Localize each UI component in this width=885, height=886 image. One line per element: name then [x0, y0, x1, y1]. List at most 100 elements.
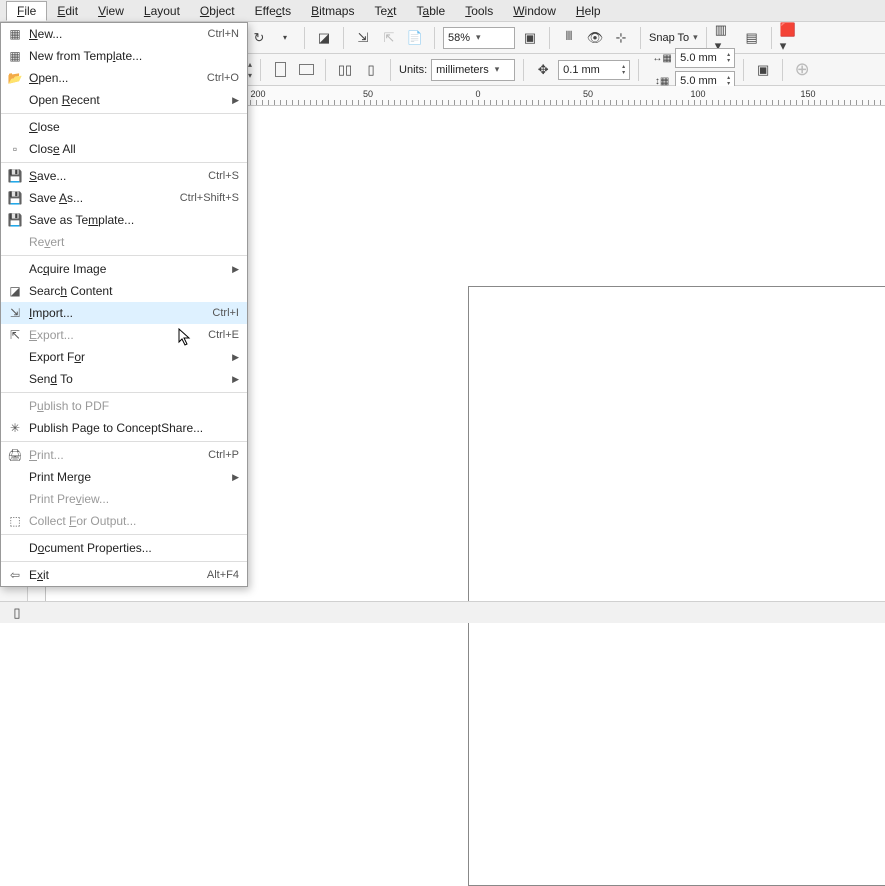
menu-item[interactable]: Export For ▶	[1, 346, 247, 368]
dup-x-input[interactable]: 5.0 mm ▴▾	[675, 48, 735, 68]
menu-item[interactable]: Acquire Image▶	[1, 258, 247, 280]
menubar-item[interactable]: Tools	[455, 2, 503, 20]
separator	[390, 59, 391, 81]
launcher-icon[interactable]: ▤	[741, 27, 763, 49]
ruler-tick-label: 100	[690, 89, 705, 99]
menu-item[interactable]: Open Recent▶	[1, 89, 247, 111]
eye-icon[interactable]: 👁	[584, 27, 606, 49]
menu-item-accelerator: Ctrl+I	[212, 307, 239, 319]
menu-item-icon: ▫	[1, 142, 29, 156]
menu-item-label: Exit	[29, 568, 199, 582]
menu-item-label: Collect For Output...	[29, 514, 239, 528]
menu-item[interactable]: ⇲Import...Ctrl+I	[1, 302, 247, 324]
all-pages-icon[interactable]: ▯▯	[334, 59, 356, 81]
menubar-item[interactable]: Bitmaps	[301, 2, 364, 20]
separator	[743, 59, 744, 81]
publish-pdf-icon[interactable]: 📄	[404, 27, 426, 49]
menu-item[interactable]: ✳Publish Page to ConceptShare...	[1, 417, 247, 439]
full-screen-icon[interactable]: ▣	[519, 27, 541, 49]
chevron-down-icon[interactable]: ▾	[693, 32, 698, 43]
menubar-item[interactable]: File	[6, 1, 47, 21]
chevron-right-icon: ▶	[232, 374, 239, 385]
separator	[304, 27, 305, 49]
chevron-up-icon[interactable]: ▴	[248, 60, 252, 69]
page-nav-icon[interactable]: ▯	[6, 602, 28, 624]
portrait-icon[interactable]	[269, 59, 291, 81]
nudge-input[interactable]: 0.1 mm ▴▾	[558, 60, 630, 80]
menu-item-label: Export For	[29, 350, 224, 364]
import-icon[interactable]: ⇲	[352, 27, 374, 49]
menu-item-label: Print Preview...	[29, 492, 239, 506]
menu-item-label: Publish Page to ConceptShare...	[29, 421, 239, 435]
menu-item-label: Save As...	[29, 191, 172, 205]
search-content-icon[interactable]: ◪	[313, 27, 335, 49]
guidelines-icon[interactable]: ⊹	[610, 27, 632, 49]
menubar-item[interactable]: Text	[364, 2, 406, 20]
rulers-icon[interactable]: 𝍫	[558, 27, 580, 49]
menubar-item[interactable]: Window	[503, 2, 566, 20]
menu-item: ⬚Collect For Output...	[1, 510, 247, 532]
menu-item: Print Preview...	[1, 488, 247, 510]
menu-item-accelerator: Alt+F4	[207, 569, 239, 581]
current-page-icon[interactable]: ▯	[360, 59, 382, 81]
menu-item-icon: 💾	[1, 169, 29, 183]
menu-item: 🖨Print...Ctrl+P	[1, 444, 247, 466]
menu-item-label: Document Properties...	[29, 541, 239, 555]
menu-item-icon: 📂	[1, 71, 29, 85]
menu-item-icon: ⬚	[1, 514, 29, 528]
menu-item[interactable]: 📂Open...Ctrl+O	[1, 67, 247, 89]
menu-item[interactable]: Document Properties...	[1, 537, 247, 559]
menu-item[interactable]: ▫Close All	[1, 138, 247, 160]
ruler-tick-label: 200	[250, 89, 265, 99]
menubar-item[interactable]: Edit	[47, 2, 88, 20]
options-icon[interactable]: ▥ ▾	[715, 27, 737, 49]
menu-item: Publish to PDF	[1, 395, 247, 417]
menu-item[interactable]: 💾Save...Ctrl+S	[1, 165, 247, 187]
menu-item-icon: ✳	[1, 421, 29, 435]
menu-item-accelerator: Ctrl+P	[208, 449, 239, 461]
add-icon[interactable]: ⊕	[791, 59, 813, 81]
zoom-combo[interactable]: 58% ▾	[443, 27, 515, 49]
chevron-down-icon[interactable]: ▾	[248, 71, 252, 80]
app-launcher-icon[interactable]: 🟥 ▾	[780, 27, 802, 49]
menu-item-label: Open...	[29, 71, 199, 85]
menu-item[interactable]: Print Merge▶	[1, 466, 247, 488]
redo-icon[interactable]: ↻	[248, 27, 270, 49]
menu-item[interactable]: Close	[1, 116, 247, 138]
separator	[638, 59, 639, 81]
menubar-item[interactable]: Help	[566, 2, 611, 20]
chevron-down-icon: ▾	[476, 32, 481, 43]
menu-item[interactable]: 💾Save As... Ctrl+Shift+S	[1, 187, 247, 209]
chevron-right-icon: ▶	[232, 264, 239, 275]
menu-item-accelerator: Ctrl+Shift+S	[180, 192, 239, 204]
separator	[782, 59, 783, 81]
redo-more-icon[interactable]: ▾	[274, 27, 296, 49]
ruler-tick-label: 50	[363, 89, 373, 99]
menu-item[interactable]: ⇦ExitAlt+F4	[1, 564, 247, 586]
menu-item: ⇱Export...Ctrl+E	[1, 324, 247, 346]
menu-item[interactable]: 💾Save as Template...	[1, 209, 247, 231]
menu-item-accelerator: Ctrl+N	[208, 28, 239, 40]
menu-item[interactable]: Send To▶	[1, 368, 247, 390]
menu-item-label: Export...	[29, 328, 200, 342]
menu-item[interactable]: ◪Search Content	[1, 280, 247, 302]
dup-x-icon: ↔▦	[651, 47, 673, 69]
landscape-icon[interactable]	[295, 59, 317, 81]
menubar-item[interactable]: View	[88, 2, 134, 20]
separator	[434, 27, 435, 49]
export-icon[interactable]: ⇱	[378, 27, 400, 49]
menu-item-icon: 💾	[1, 191, 29, 205]
dup-x-value: 5.0 mm	[680, 52, 717, 64]
menu-item-icon: ◪	[1, 284, 29, 298]
chevron-right-icon: ▶	[232, 352, 239, 363]
menubar-item[interactable]: Object	[190, 2, 245, 20]
menu-item[interactable]: ▦New...Ctrl+N	[1, 23, 247, 45]
menubar-item[interactable]: Table	[407, 2, 456, 20]
menu-item[interactable]: ▦New from Template...	[1, 45, 247, 67]
units-combo[interactable]: millimeters ▾	[431, 59, 515, 81]
menubar-item[interactable]: Effects	[245, 2, 301, 20]
page-rectangle	[468, 286, 885, 886]
menu-item-accelerator: Ctrl+E	[208, 329, 239, 341]
treat-as-filled-icon[interactable]: ▣	[752, 59, 774, 81]
menubar-item[interactable]: Layout	[134, 2, 190, 20]
